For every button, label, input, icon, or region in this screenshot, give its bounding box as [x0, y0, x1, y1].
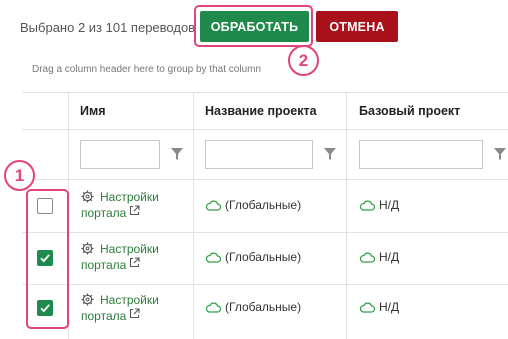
- base-project-cell: Н/Д: [359, 300, 399, 314]
- gear-icon: [81, 190, 94, 203]
- row-divider: [22, 179, 508, 180]
- project-name-cell: (Глобальные): [205, 198, 301, 212]
- cancel-button[interactable]: ОТМЕНА: [316, 11, 398, 42]
- gear-icon: [81, 242, 94, 255]
- cloud-icon: [359, 252, 375, 263]
- callout-badge-2: 2: [288, 45, 319, 76]
- project-name-cell: (Глобальные): [205, 250, 301, 264]
- cloud-icon: [359, 200, 375, 211]
- external-link-icon[interactable]: [129, 308, 140, 319]
- callout-badge-1: 1: [4, 160, 35, 191]
- project-name-text: (Глобальные): [225, 300, 302, 314]
- project-name-text: (Глобальные): [225, 198, 302, 212]
- checkmark-icon: [40, 304, 50, 313]
- selection-count-text: Выбрано 2 из 101 переводов: [20, 20, 196, 35]
- row-divider: [22, 129, 508, 130]
- filter-input-project-name[interactable]: [205, 140, 313, 169]
- cloud-icon: [205, 200, 221, 211]
- name-cell: Настройки портала: [81, 241, 191, 275]
- row-divider: [22, 284, 508, 285]
- name-link-line1[interactable]: Настройки: [100, 189, 159, 205]
- group-by-hint: Drag a column header here to group by th…: [32, 64, 262, 75]
- process-button-highlight: [194, 5, 313, 47]
- row-checkbox[interactable]: [37, 300, 53, 316]
- external-link-icon[interactable]: [129, 257, 140, 268]
- project-name-text: (Глобальные): [225, 250, 302, 264]
- name-link-line1[interactable]: Настройки: [100, 292, 159, 308]
- filter-input-base-project[interactable]: [359, 140, 483, 169]
- checkmark-icon: [40, 254, 50, 263]
- filter-input-name[interactable]: [80, 140, 160, 169]
- base-project-text: Н/Д: [379, 250, 400, 264]
- base-project-cell: Н/Д: [359, 198, 399, 212]
- row-checkbox[interactable]: [37, 250, 53, 266]
- filter-icon[interactable]: [494, 148, 506, 160]
- base-project-text: Н/Д: [379, 300, 400, 314]
- name-link-line2[interactable]: портала: [81, 308, 126, 324]
- external-link-icon[interactable]: [129, 205, 140, 216]
- name-cell: Настройки портала: [81, 189, 191, 223]
- column-header-name[interactable]: Имя: [80, 93, 106, 129]
- column-header-project-name[interactable]: Название проекта: [205, 93, 317, 129]
- base-project-text: Н/Д: [379, 198, 400, 212]
- filter-icon[interactable]: [171, 148, 183, 160]
- cloud-icon: [205, 252, 221, 263]
- name-link-line2[interactable]: портала: [81, 257, 126, 273]
- row-checkbox[interactable]: [37, 198, 53, 214]
- cloud-icon: [359, 302, 375, 313]
- filter-icon[interactable]: [324, 148, 336, 160]
- gear-icon: [81, 293, 94, 306]
- name-link-line1[interactable]: Настройки: [100, 241, 159, 257]
- base-project-cell: Н/Д: [359, 250, 399, 264]
- row-divider: [22, 232, 508, 233]
- project-name-cell: (Глобальные): [205, 300, 301, 314]
- cloud-icon: [205, 302, 221, 313]
- name-cell: Настройки портала: [81, 292, 191, 326]
- grid-header: Имя Название проекта Базовый проект: [22, 93, 508, 129]
- name-link-line2[interactable]: портала: [81, 205, 126, 221]
- column-header-base-project[interactable]: Базовый проект: [359, 93, 460, 129]
